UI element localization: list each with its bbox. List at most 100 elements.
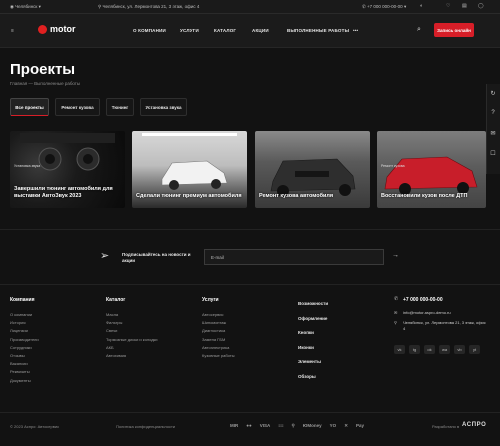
footer-link[interactable]: Шиномонтаж xyxy=(202,319,234,327)
telegram-icon[interactable]: tg xyxy=(409,345,420,354)
footer-link[interactable]: Замена ГБМ xyxy=(202,336,234,344)
yoomoney-icon: ЮMoney xyxy=(302,423,322,428)
city-selector[interactable]: ◉ Челябинск ▾ xyxy=(10,4,41,10)
footer-phone[interactable]: +7 000 000-00-00 xyxy=(403,297,443,303)
breadcrumb-current: Выполненные работы xyxy=(34,81,81,86)
footer-link[interactable]: Автоэлектрика xyxy=(202,344,234,352)
callback-icon[interactable]: ↻ xyxy=(488,88,498,98)
cart-icon[interactable]: ♡ xyxy=(446,3,450,9)
tab-sound[interactable]: Установка звука xyxy=(140,98,187,116)
footer-link[interactable]: Тормозные диски и колодки xyxy=(106,336,158,344)
project-card-title: Сделали тюнинг премиум автомобиля xyxy=(136,192,242,199)
footer-link[interactable]: История xyxy=(10,319,39,327)
email-icon: ✉ xyxy=(394,310,398,315)
social-links: vk tg ok wa vb yt xyxy=(394,345,480,354)
mir-icon: MIR xyxy=(230,423,239,428)
footer-company-list: О компании История Лицензии Производител… xyxy=(10,311,39,385)
footer-link[interactable]: Диагностика xyxy=(202,327,234,335)
footer-extra-link[interactable]: Оформление xyxy=(298,312,328,327)
aspro-logo[interactable]: АСПРО xyxy=(462,422,486,428)
footer-extra-link[interactable]: Элементы xyxy=(298,355,328,370)
page-title: Проекты xyxy=(10,61,76,78)
footer-extra-link[interactable]: Обзоры xyxy=(298,370,328,385)
project-card[interactable]: Ремонт кузова автомобиля xyxy=(255,131,370,208)
youtube-icon[interactable]: yt xyxy=(469,345,480,354)
footer-link[interactable]: Свечи xyxy=(106,327,158,335)
tab-tuning[interactable]: Тюнинг xyxy=(106,98,134,116)
visa-icon: VISA xyxy=(259,423,271,428)
project-card[interactable]: Установка звука Завершили тюнинг автомоб… xyxy=(10,131,125,208)
bottom-bar xyxy=(0,412,500,446)
project-card[interactable]: Ремонт кузова Восстановили кузов после Д… xyxy=(377,131,486,208)
footer-link[interactable]: Автохимия xyxy=(106,352,158,360)
x-icon: ✕ xyxy=(344,423,348,428)
footer-address: Челябинск, ул. Лермонтова 21, 3 этаж, оф… xyxy=(403,320,486,331)
yo-icon: YO xyxy=(329,423,337,428)
whatsapp-icon[interactable]: wa xyxy=(439,345,450,354)
pay-icon: ⚲ xyxy=(291,423,295,428)
footer-link[interactable]: Масла xyxy=(106,311,158,319)
footer-link[interactable]: АКБ xyxy=(106,344,158,352)
mastercard-icon: ●● xyxy=(246,423,252,428)
footer-services-title[interactable]: Услуги xyxy=(202,297,219,303)
tab-all[interactable]: Все проекты xyxy=(10,98,49,116)
email-input[interactable]: E-mail xyxy=(204,249,384,265)
logo-text[interactable]: motor xyxy=(50,24,76,34)
odnoklassniki-icon[interactable]: ok xyxy=(424,345,435,354)
footer-link[interactable]: Фильтры xyxy=(106,319,158,327)
nav-works[interactable]: ВЫПОЛНЕННЫЕ РАБОТЫ xyxy=(287,28,349,33)
location-icon: ⚲ xyxy=(394,320,397,325)
project-card-title: Восстановили кузов после ДТП xyxy=(381,192,468,199)
privacy-policy-link[interactable]: Политика конфиденциальности xyxy=(116,424,175,429)
footer-extra-link[interactable]: Кнопки xyxy=(298,326,328,341)
footer-extra-link[interactable]: Иконки xyxy=(298,341,328,356)
menu-burger-icon[interactable]: ≡ xyxy=(11,28,14,34)
copyright: © 2023 Аспро: Автосервис xyxy=(10,424,60,429)
tab-body-repair[interactable]: Ремонт кузова xyxy=(55,98,100,116)
project-card[interactable]: Сделали тюнинг премиум автомобиля xyxy=(132,131,247,208)
footer-company-title[interactable]: Компания xyxy=(10,297,35,303)
payment-methods: MIR ●● VISA ≡≡ ⚲ ЮMoney YO ✕ Pay xyxy=(230,423,364,429)
project-card-title: Завершили тюнинг автомобиля для выставки… xyxy=(14,186,113,199)
developer-label: Разработано в xyxy=(432,424,460,429)
top-bar: ◉ Челябинск ▾ ⚲ Челябинск, ул. Лермонтов… xyxy=(0,0,500,14)
nav-catalog[interactable]: КАТАЛОГ xyxy=(214,28,236,33)
footer-link[interactable]: Реквизиты xyxy=(10,368,39,376)
nav-about[interactable]: О КОМПАНИИ xyxy=(133,28,166,33)
compare-icon[interactable]: ▤ xyxy=(462,3,467,9)
project-card-title: Ремонт кузова автомобиля xyxy=(259,192,334,199)
phone-link[interactable]: ✆ +7 000 000-00-00 ▾ xyxy=(362,4,406,10)
user-icon[interactable]: ◯ xyxy=(478,3,484,9)
footer-link[interactable]: Лицензии xyxy=(10,327,39,335)
vk-icon[interactable]: vk xyxy=(394,345,405,354)
book-online-button[interactable]: Запись онлайн xyxy=(434,23,474,37)
footer-link[interactable]: Вакансии xyxy=(10,360,39,368)
footer-link[interactable]: Производители xyxy=(10,336,39,344)
footer-link[interactable]: Сотрудники xyxy=(10,344,39,352)
footer-services-list: Автосервис Шиномонтаж Диагностика Замена… xyxy=(202,311,234,360)
mail-icon[interactable]: ☐ xyxy=(488,148,498,158)
footer-email[interactable]: info@motor.aspro-demo.ru xyxy=(403,310,451,315)
footer-catalog-title[interactable]: Каталог xyxy=(106,297,125,303)
chat-icon[interactable]: ✉ xyxy=(488,128,498,138)
viber-icon[interactable]: vb xyxy=(454,345,465,354)
nav-more[interactable]: ••• xyxy=(353,28,358,33)
footer-link[interactable]: О компании xyxy=(10,311,39,319)
toggle-icon[interactable]: ◐ xyxy=(420,3,423,9)
breadcrumb-home[interactable]: Главная xyxy=(10,81,27,86)
question-icon[interactable]: ? xyxy=(488,108,498,118)
footer-link[interactable]: Автосервис xyxy=(202,311,234,319)
footer-link[interactable]: Документы xyxy=(10,377,39,385)
tab-active-indicator xyxy=(11,115,48,116)
paper-plane-icon: ➢ xyxy=(100,250,110,262)
nav-services[interactable]: УСЛУГИ xyxy=(180,28,199,33)
breadcrumb: Главная — Выполненные работы xyxy=(10,81,81,86)
footer-catalog-list: Масла Фильтры Свечи Тормозные диски и ко… xyxy=(106,311,158,360)
arrow-right-icon[interactable]: → xyxy=(392,252,399,259)
footer-extra-link[interactable]: Возможности xyxy=(298,297,328,312)
search-icon[interactable]: ⌕ xyxy=(417,26,421,34)
footer-link[interactable]: Кузовные работы xyxy=(202,352,234,360)
card-icon: ≡≡ xyxy=(278,423,284,428)
footer-link[interactable]: Отзывы xyxy=(10,352,39,360)
nav-promo[interactable]: АКЦИИ xyxy=(252,28,269,33)
